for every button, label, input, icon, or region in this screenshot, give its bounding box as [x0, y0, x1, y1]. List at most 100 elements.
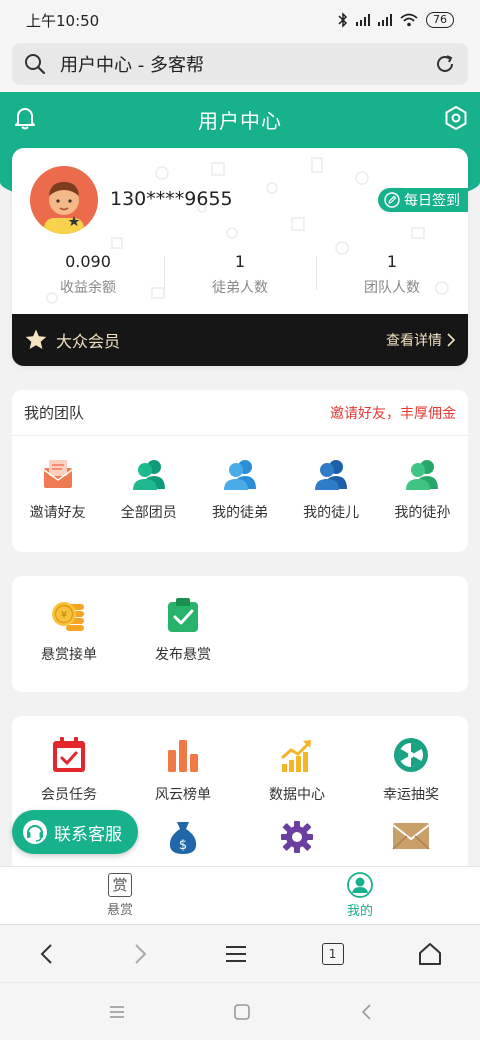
tab-mine[interactable]: 我的 [240, 867, 480, 924]
team-item-label: 全部团员 [120, 505, 177, 521]
money-bag-icon: $ [169, 822, 197, 854]
service-item-label: 数据中心 [269, 787, 325, 803]
growth-chart-icon [281, 740, 312, 772]
service-item-mail[interactable] [354, 820, 468, 854]
system-back-icon[interactable] [359, 1003, 373, 1021]
services-panel: 会员任务 风云榜单 数据中心 幸运抽奖 充 $ [12, 716, 468, 886]
calendar-check-icon [53, 737, 85, 772]
invite-envelope-icon [43, 460, 73, 488]
star-icon [25, 329, 47, 349]
grand-disciple-icon [406, 460, 439, 490]
stat-balance[interactable]: 0.090 收益余额 [12, 252, 164, 297]
search-icon [25, 54, 46, 75]
svg-text:$: $ [179, 838, 187, 853]
stat-label: 团队人数 [364, 280, 420, 296]
service-item-label: 风云榜单 [155, 787, 211, 803]
vip-detail-link[interactable]: 查看详情 [386, 330, 456, 350]
stat-apprentices[interactable]: 1 徒弟人数 [164, 252, 316, 297]
lucky-wheel-icon [394, 738, 428, 772]
menu-icon[interactable] [224, 942, 248, 966]
stat-team-size[interactable]: 1 团队人数 [316, 252, 468, 297]
team-item-label: 我的徒孙 [394, 505, 451, 521]
team-item-invite[interactable]: 邀请好友 [12, 456, 103, 522]
settings-icon[interactable] [444, 106, 468, 130]
customer-service-label: 联系客服 [54, 824, 122, 845]
profile-card: 130****9655 每日签到 0.090 收益余额 1 徒弟人数 1 团队人… [12, 148, 468, 366]
vip-detail-label: 查看详情 [386, 333, 442, 349]
team-item-all-members[interactable]: 全部团员 [103, 456, 194, 522]
address-bar[interactable]: 用户中心 - 多客帮 [12, 43, 468, 85]
bell-icon[interactable] [14, 106, 36, 130]
system-nav-bar [0, 982, 480, 1040]
stat-label: 徒弟人数 [212, 280, 268, 296]
status-icons: 76 [338, 12, 454, 28]
service-item-lucky-draw[interactable]: 幸运抽奖 [354, 736, 468, 804]
stats-row: 0.090 收益余额 1 徒弟人数 1 团队人数 [12, 252, 468, 297]
avatar[interactable] [30, 166, 98, 234]
team-header: 我的团队 邀请好友，丰厚佣金 [12, 390, 468, 436]
forward-icon[interactable] [130, 942, 150, 966]
headset-icon [23, 820, 47, 844]
stat-value: 0.090 [65, 252, 111, 271]
disciple-icon [315, 460, 348, 490]
back-icon[interactable] [37, 942, 57, 966]
stat-value: 1 [386, 252, 398, 271]
mail-icon [392, 823, 430, 850]
service-item-member-tasks[interactable]: 会员任务 [12, 736, 126, 804]
team-item-apprentice[interactable]: 我的徒弟 [194, 456, 285, 522]
service-item-settings[interactable] [240, 820, 354, 854]
battery-icon: 76 [426, 12, 454, 28]
system-home-icon[interactable] [233, 1003, 251, 1021]
recents-icon[interactable] [108, 1004, 126, 1020]
bounty-tab-icon: 赏 [108, 873, 132, 897]
stat-label: 收益余额 [60, 280, 116, 296]
bounty-grid: ¥ 悬赏接单 发布悬赏 [12, 576, 468, 664]
customer-service-button[interactable]: 联系客服 [12, 810, 138, 854]
stat-value: 1 [234, 252, 246, 271]
vip-bar[interactable]: 大众会员 查看详情 [12, 314, 468, 366]
team-item-grand-disciple[interactable]: 我的徒孙 [377, 456, 468, 522]
team-grid: 邀请好友 全部团员 我的徒弟 我的徒儿 我的徒孙 [12, 436, 468, 522]
address-text: 用户中心 - 多客帮 [60, 55, 204, 76]
status-time: 上午10:50 [26, 11, 100, 30]
tab-bar: 赏 悬赏 我的 [0, 866, 480, 924]
tabs-counter-button[interactable]: 1 [321, 942, 344, 965]
signal-icon-2 [378, 14, 392, 26]
signal-icon-1 [356, 14, 370, 26]
daily-checkin-button[interactable]: 每日签到 [378, 188, 468, 212]
bounty-item-accept[interactable]: ¥ 悬赏接单 [12, 596, 126, 664]
page-title: 用户中心 [198, 108, 282, 133]
team-title: 我的团队 [24, 404, 85, 422]
coins-icon: ¥ [52, 602, 84, 631]
services-grid: 会员任务 风云榜单 数据中心 幸运抽奖 [12, 716, 468, 804]
user-profile-icon [347, 872, 373, 898]
service-item-label: 会员任务 [41, 787, 97, 803]
svg-text:¥: ¥ [61, 610, 67, 621]
bounty-panel: ¥ 悬赏接单 发布悬赏 [12, 576, 468, 692]
user-phone: 130****9655 [110, 188, 233, 210]
team-item-label: 我的徒儿 [303, 505, 360, 521]
home-icon[interactable] [417, 941, 443, 967]
bounty-item-label: 悬赏接单 [41, 647, 97, 663]
status-bar: 上午10:50 76 [0, 0, 480, 40]
service-item-money[interactable]: $ [126, 820, 240, 854]
team-invite-link[interactable]: 邀请好友，丰厚佣金 [330, 403, 456, 423]
vip-level: 大众会员 [56, 332, 121, 351]
service-item-data-center[interactable]: 数据中心 [240, 736, 354, 804]
service-item-label: 幸运抽奖 [383, 787, 439, 803]
checkin-label: 每日签到 [404, 193, 460, 209]
all-members-icon [132, 460, 165, 490]
refresh-icon[interactable] [434, 53, 456, 75]
tab-label: 我的 [346, 904, 373, 919]
settings-gear-icon [281, 821, 313, 853]
team-item-label: 我的徒弟 [211, 505, 268, 521]
page-header: 用户中心 [0, 92, 480, 146]
browser-nav-bar: 1 [0, 924, 480, 982]
wifi-icon [400, 13, 418, 27]
team-item-disciple[interactable]: 我的徒儿 [286, 456, 377, 522]
tab-bounty[interactable]: 赏 悬赏 [0, 867, 240, 924]
service-item-rankings[interactable]: 风云榜单 [126, 736, 240, 804]
bounty-item-publish[interactable]: 发布悬赏 [126, 596, 240, 664]
publish-clipboard-icon [168, 598, 198, 632]
bluetooth-icon [338, 12, 348, 28]
